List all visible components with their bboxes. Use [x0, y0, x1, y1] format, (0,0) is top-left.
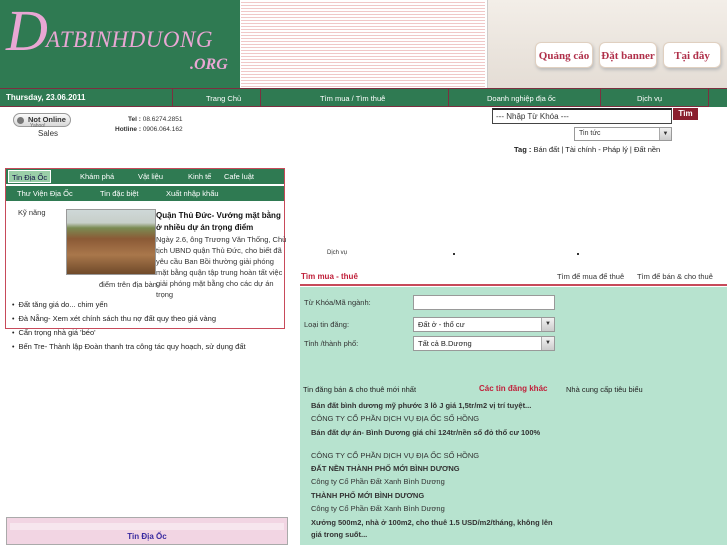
news-summary-end: điểm trên địa bàn. [99, 280, 160, 289]
category-value: Tin tức [579, 130, 601, 137]
logo-org: .ORG [190, 56, 228, 73]
tab-kham-pha[interactable]: Khám phá [80, 172, 114, 181]
tags-label: Tag : [514, 145, 532, 154]
listing-title[interactable]: Bán đất bình dương mỹ phước 3 lô J giá 1… [311, 400, 561, 412]
sales-label: Sales [38, 129, 59, 138]
site-banner: D ATBINHDUONG .ORG Quảng cáo Đặt banner … [0, 0, 727, 88]
listing-company: CÔNG TY CỔ PHẦN DỊCH VỤ ĐỊA ỐC SỐ HỒNG [311, 451, 480, 460]
nav-divider [600, 89, 601, 107]
nav-services[interactable]: Dịch vụ [637, 94, 662, 103]
site-logo[interactable]: D ATBINHDUONG .ORG [0, 0, 240, 88]
tag-link[interactable]: Đất nền [634, 145, 660, 154]
listing-title[interactable]: ĐẤT NỀN THÀNH PHỐ MỚI BÌNH DƯƠNG [311, 463, 561, 475]
tab-cafe-luat[interactable]: Cafe luật [224, 172, 254, 181]
tel-label: Tel : [128, 116, 141, 123]
tel-line: Tel : 08.6274.2851 [128, 116, 182, 123]
hotline-number: 0906.064.162 [142, 126, 183, 133]
nav-home[interactable]: Trang Chủ [206, 94, 241, 103]
news-tabs-row-2: Thư Viện Địa Ốc Tin đặc biệt Xuất nhập k… [6, 186, 284, 201]
hotline-label: Hotline : [115, 126, 141, 133]
main-nav: Thursday, 23.06.2011 Trang Chủ Tìm mua /… [0, 88, 727, 107]
listing-title[interactable]: Xưởng 500m2, nhà ở 100m2, cho thuê 1.5 U… [311, 517, 561, 541]
tel-number: 08.6274.2851 [142, 116, 183, 123]
yahoo-status-button[interactable]: Not Online Yahoo! [13, 113, 71, 129]
tag-list: Tag : Bán đất | Tài chính - Pháp lý | Đấ… [514, 145, 661, 154]
search-listing-header: Tìm mua - thuê Tìm để mua để thuê Tìm để… [300, 270, 727, 286]
nav-enterprises[interactable]: Doanh nghiệp địa ốc [487, 94, 556, 103]
search-listing-panel: Từ Khóa/Mã ngành: Loại tin đăng: Đất ở -… [300, 287, 727, 545]
bullet-dot [577, 253, 579, 255]
place-banner-button[interactable]: Đặt banner [599, 42, 657, 68]
logo-text: ATBINHDUONG [46, 27, 213, 52]
tab-xuat-nhap-khau[interactable]: Xuất nhập khẩu [166, 189, 219, 198]
left-bottom-box: Tin Địa Ốc [6, 517, 288, 545]
search-button[interactable]: Tìm [673, 108, 698, 120]
chevron-down-icon: ▼ [659, 128, 671, 140]
current-date: Thursday, 23.06.2011 [6, 93, 86, 102]
type-select[interactable]: Đất ở - thổ cư ▼ [413, 317, 555, 332]
bullet-dot [453, 253, 455, 255]
find-to-buy-link[interactable]: Tìm để mua để thuê [557, 272, 624, 281]
nav-divider [260, 89, 261, 107]
tab-latest-listings[interactable]: Tin đăng bán & cho thuê mới nhất [303, 385, 416, 394]
banner-stripes [241, 0, 485, 88]
type-label: Loại tin đăng: [304, 320, 350, 329]
list-item[interactable]: Bến Tre- Thành lập Đoàn thanh tra công t… [12, 340, 245, 354]
nav-divider [172, 89, 173, 107]
here-button[interactable]: Tại đây [663, 42, 721, 68]
news-thumbnail[interactable] [66, 209, 156, 275]
search-input[interactable] [492, 108, 672, 124]
tab-other-listings[interactable]: Các tin đăng khác [479, 384, 547, 393]
left-bottom-title[interactable]: Tin Địa Ốc [7, 532, 287, 541]
status-dot-icon [17, 117, 24, 124]
tab-vat-lieu[interactable]: Vật liệu [138, 172, 163, 181]
type-value: Đất ở - thổ cư [418, 320, 465, 329]
find-to-sell-link[interactable]: Tìm để bán & cho thuê [637, 272, 713, 281]
tab-kinh-te[interactable]: Kinh tế [188, 172, 211, 181]
skills-label[interactable]: Kỹ năng [18, 208, 46, 217]
hotline-line: Hotline : 0906.064.162 [115, 126, 183, 133]
logo-letter-d: D [6, 0, 48, 63]
chevron-down-icon: ▼ [541, 337, 554, 350]
services-label: Dịch vụ [327, 250, 348, 256]
listing-company: Công ty Cổ Phần Đất Xanh Bình Dương [311, 504, 445, 513]
chevron-down-icon: ▼ [541, 318, 554, 331]
province-value: Tất cả B.Dương [418, 339, 472, 348]
listing-company: CÔNG TY CỔ PHẦN DỊCH VỤ ĐỊA ỐC SỐ HỒNG [311, 414, 480, 423]
keyword-label: Từ Khóa/Mã ngành: [304, 298, 371, 307]
nav-divider [448, 89, 449, 107]
listing-title[interactable]: THÀNH PHỐ MỚI BÌNH DƯƠNG [311, 490, 561, 502]
list-item[interactable]: Đà Nẵng- Xem xét chính sách thu nợ đất q… [12, 312, 246, 326]
list-item[interactable]: Cẩn trọng nhà giá 'béo' [12, 326, 246, 340]
keyword-field[interactable] [413, 295, 555, 310]
tab-tin-dia-oc[interactable]: Tin Địa Ốc [8, 170, 52, 183]
advertise-button[interactable]: Quảng cáo [535, 42, 593, 68]
tab-top-providers[interactable]: Nhà cung cấp tiêu biểu [566, 385, 643, 394]
tab-tin-dac-biet[interactable]: Tin đặc biệt [100, 189, 139, 198]
listing-title[interactable]: Bán đất dự án- Bình Dương giá chỉ 124tr/… [311, 427, 561, 439]
tag-link[interactable]: Bán đất [533, 145, 559, 154]
news-tabs-row-1: Tin Địa Ốc Khám phá Vật liệu Kinh tế Caf… [6, 169, 284, 184]
nav-find[interactable]: Tìm mua / Tìm thuê [320, 94, 385, 103]
tab-thu-vien[interactable]: Thư Viện Địa Ốc [17, 189, 73, 198]
province-label: Tỉnh /thành phố: [304, 339, 359, 348]
tag-link[interactable]: Tài chính - Pháp lý [565, 145, 628, 154]
search-category-select[interactable]: Tin tức ▼ [574, 127, 672, 141]
news-headline[interactable]: Quận Thủ Đức- Vướng mặt bằng ở nhiều dự … [156, 210, 288, 234]
nav-end-block [708, 89, 727, 107]
box-strip [10, 523, 284, 530]
news-bullet-list: Đất tăng giá do... chim yến Đà Nẵng- Xem… [12, 298, 246, 354]
list-item[interactable]: Đất tăng giá do... chim yến [12, 298, 246, 312]
news-summary: Ngày 2.6, ông Trương Văn Thống, Chủ tịch… [156, 235, 287, 299]
listing-company: Công ty Cổ Phần Đất Xanh Bình Dương [311, 477, 445, 486]
search-listing-title: Tìm mua - thuê [301, 272, 358, 281]
province-select[interactable]: Tất cả B.Dương ▼ [413, 336, 555, 351]
